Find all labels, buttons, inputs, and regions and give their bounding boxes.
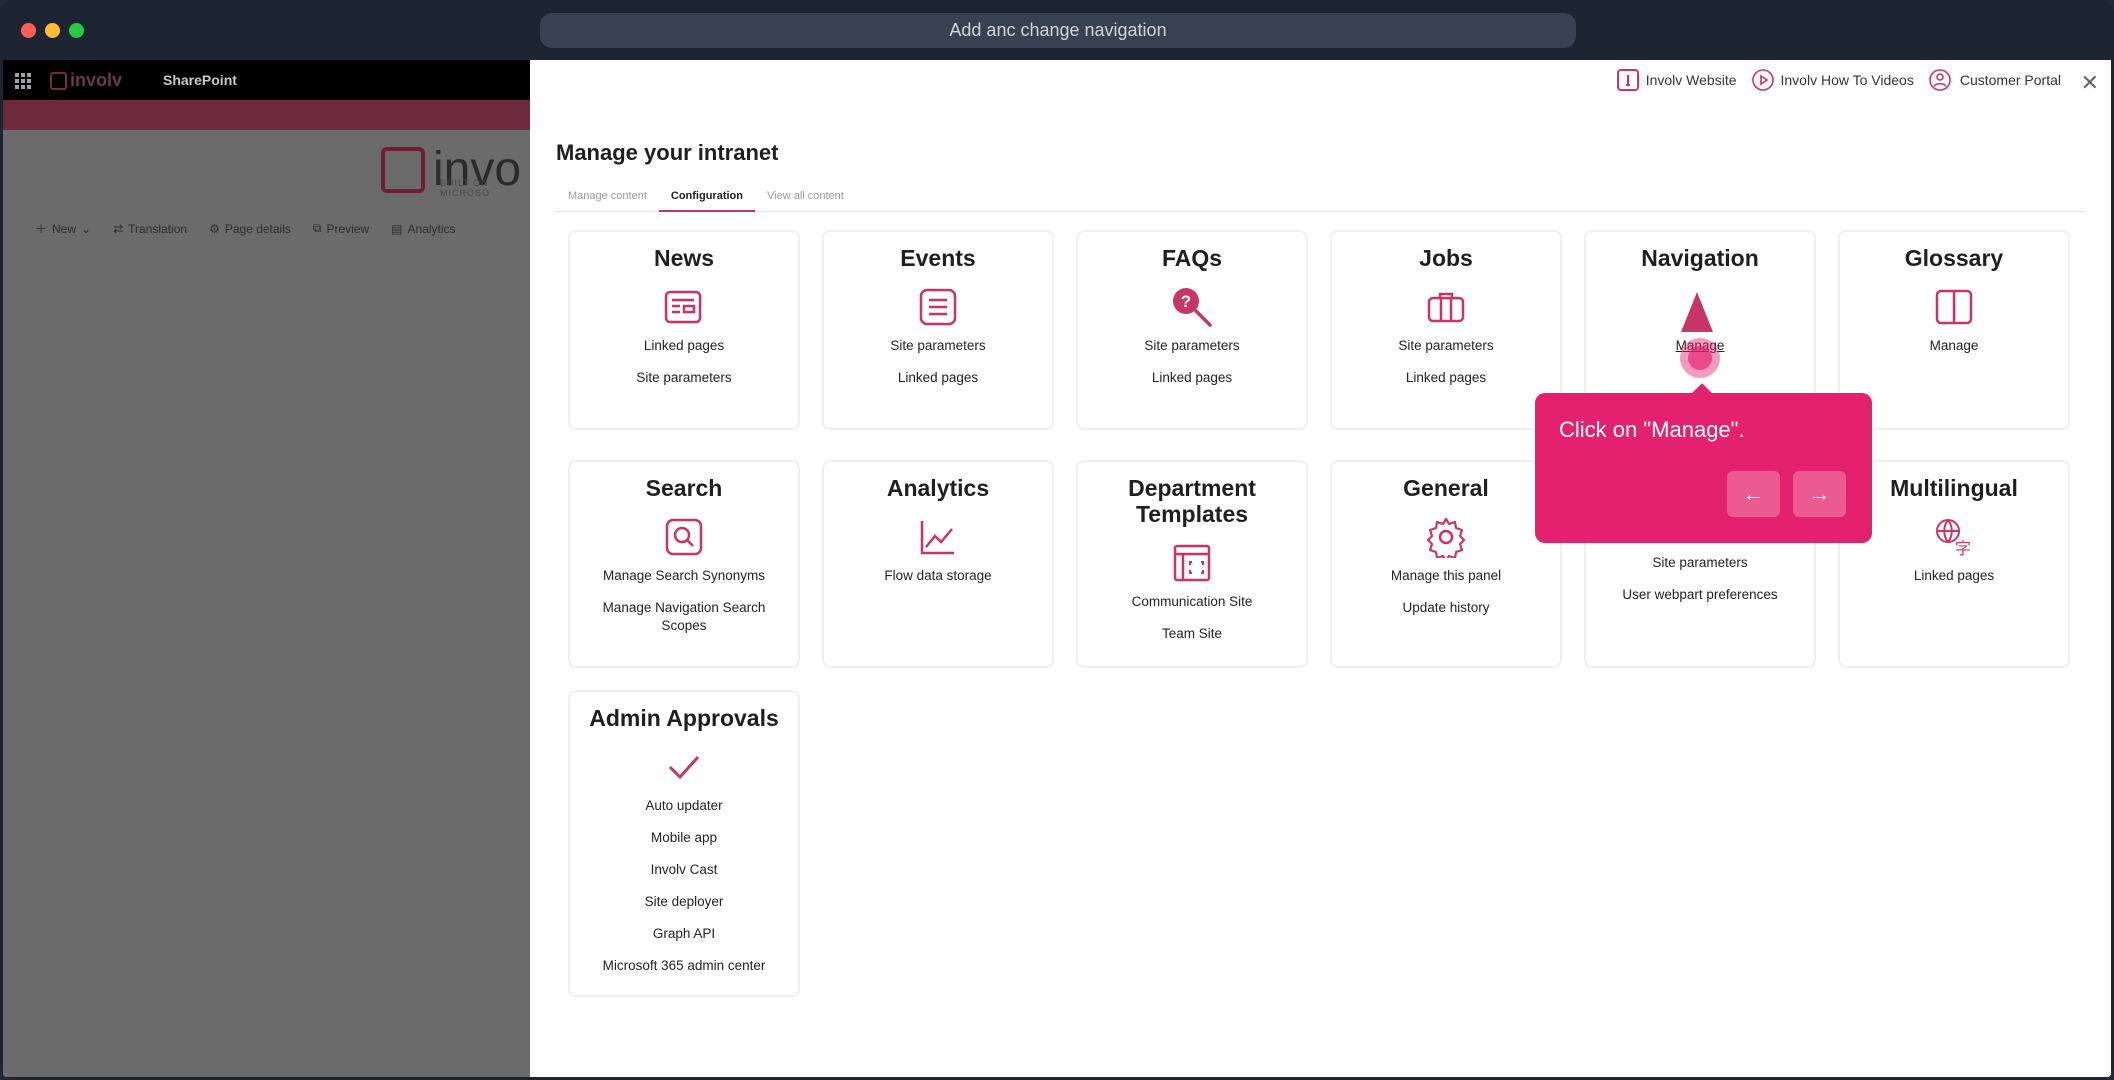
multilingual-linked-pages-link[interactable]: Linked pages: [1852, 567, 2056, 585]
manage-navigation-search-scopes-link[interactable]: Manage Navigation Search Scopes: [582, 599, 786, 635]
tab-configuration[interactable]: Configuration: [658, 184, 755, 212]
list-icon: [916, 285, 960, 329]
card-analytics: Analytics Flow data storage: [822, 460, 1054, 668]
card-news: News Linked pages Site parameters: [568, 230, 800, 430]
involv-logo: involv: [50, 70, 122, 91]
tab-bar: Manage content Configuration View all co…: [556, 184, 2084, 212]
manage-search-synonyms-link[interactable]: Manage Search Synonyms: [582, 567, 786, 585]
page-details-command[interactable]: ⚙ Page details: [209, 220, 291, 237]
sharepoint-background: involv SharePoint invo BUILT ON MICROSO …: [3, 60, 530, 1077]
faqs-linked-pages-link[interactable]: Linked pages: [1090, 369, 1294, 387]
line-chart-icon: [916, 515, 960, 559]
tooltip-prev-button[interactable]: ←: [1727, 471, 1780, 517]
jobs-site-parameters-link[interactable]: Site parameters: [1344, 337, 1548, 355]
news-linked-pages-link[interactable]: Linked pages: [582, 337, 786, 355]
events-linked-pages-link[interactable]: Linked pages: [836, 369, 1040, 387]
tab-manage-content[interactable]: Manage content: [556, 184, 659, 212]
close-panel-icon[interactable]: ✕: [2081, 70, 2099, 96]
card-multilingual: Multilingual 字 Linked pages: [1838, 460, 2070, 668]
browser-window: Add anc change navigation involv SharePo…: [0, 0, 2114, 1080]
translation-command[interactable]: ⇄ Translation: [113, 220, 187, 237]
card-faqs: FAQs ? Site parameters Linked pages: [1076, 230, 1308, 430]
update-history-link[interactable]: Update history: [1344, 599, 1548, 617]
card-search: Search Manage Search Synonyms Manage Nav…: [568, 460, 800, 668]
site-header-strip: [3, 100, 530, 130]
maximize-window-button[interactable]: [69, 23, 84, 38]
home-site-parameters-link[interactable]: Site parameters: [1598, 554, 1802, 572]
site-deployer-link[interactable]: Site deployer: [582, 893, 786, 911]
svg-text:?: ?: [1181, 292, 1191, 311]
guide-tooltip: Click on "Manage". ← →: [1535, 383, 1872, 543]
card-department-templates: Department Templates Communication Site …: [1076, 460, 1308, 668]
close-window-button[interactable]: [21, 23, 36, 38]
site-logo-subtitle: BUILT ON MICROSO: [440, 178, 491, 198]
glossary-manage-link[interactable]: Manage: [1852, 337, 2056, 355]
tooltip-next-button[interactable]: →: [1793, 471, 1846, 517]
template-icon: [1170, 541, 1214, 585]
title-bar: Add anc change navigation: [0, 0, 2114, 60]
briefcase-icon: [1424, 285, 1468, 329]
tab-view-all-content[interactable]: View all content: [755, 184, 856, 212]
sharepoint-suite-bar: involv SharePoint: [3, 60, 530, 100]
faqs-site-parameters-link[interactable]: Site parameters: [1090, 337, 1294, 355]
click-indicator-core: [1688, 346, 1712, 370]
book-icon: [1932, 285, 1976, 329]
user-webpart-preferences-link[interactable]: User webpart preferences: [1598, 586, 1802, 604]
search-icon: [662, 515, 706, 559]
preview-command[interactable]: ⧉ Preview: [313, 220, 369, 237]
analytics-command[interactable]: ▤ Analytics: [391, 220, 455, 237]
manage-this-panel-link[interactable]: Manage this panel: [1344, 567, 1548, 585]
auto-updater-link[interactable]: Auto updater: [582, 797, 786, 815]
minimize-window-button[interactable]: [45, 23, 60, 38]
sharepoint-brand[interactable]: SharePoint: [163, 72, 237, 88]
customer-portal-link[interactable]: Customer Portal: [1928, 68, 2061, 92]
flow-data-storage-link[interactable]: Flow data storage: [836, 567, 1040, 585]
tooltip-text: Click on "Manage".: [1559, 417, 1745, 442]
news-site-parameters-link[interactable]: Site parameters: [582, 369, 786, 387]
manage-intranet-panel: Involv Website Involv How To Videos Cust…: [530, 60, 2111, 1077]
involv-cast-link[interactable]: Involv Cast: [582, 861, 786, 879]
checkmark-icon: [662, 745, 706, 789]
question-search-icon: ?: [1170, 285, 1214, 329]
card-events: Events Site parameters Linked pages: [822, 230, 1054, 430]
card-jobs: Jobs Site parameters Linked pages: [1330, 230, 1562, 430]
translate-icon: 字: [1932, 515, 1976, 559]
communication-site-link[interactable]: Communication Site: [1090, 593, 1294, 611]
play-icon: [1751, 69, 1774, 91]
top-links: Involv Website Involv How To Videos Cust…: [1616, 68, 2061, 92]
new-command[interactable]: ＋ New ⌄: [35, 220, 91, 237]
card-glossary: Glossary Manage: [1838, 230, 2070, 430]
page-title: Manage your intranet: [556, 140, 779, 165]
svg-text:字: 字: [1955, 539, 1971, 558]
team-site-link[interactable]: Team Site: [1090, 625, 1294, 643]
gear-icon: [1424, 515, 1468, 559]
url-bar[interactable]: Add anc change navigation: [540, 13, 1576, 48]
graph-api-link[interactable]: Graph API: [582, 925, 786, 943]
how-to-videos-link[interactable]: Involv How To Videos: [1751, 68, 1914, 92]
events-site-parameters-link[interactable]: Site parameters: [836, 337, 1040, 355]
navigation-arrow-icon: [1681, 292, 1713, 332]
user-portal-icon: [1929, 69, 1951, 91]
involv-website-link[interactable]: Involv Website: [1616, 68, 1737, 92]
newspaper-icon: [662, 285, 706, 329]
involv-logo-icon: [1616, 69, 1639, 91]
card-general: General Manage this panel Update history: [1330, 460, 1562, 668]
arrow-right-icon: →: [1808, 481, 1831, 506]
mobile-app-link[interactable]: Mobile app: [582, 829, 786, 847]
command-bar: ＋ New ⌄ ⇄ Translation ⚙ Page details ⧉ P…: [35, 220, 456, 237]
m365-admin-center-link[interactable]: Microsoft 365 admin center: [582, 957, 786, 975]
jobs-linked-pages-link[interactable]: Linked pages: [1344, 369, 1548, 387]
card-admin-approvals: Admin Approvals Auto updater Mobile app …: [568, 690, 800, 997]
app-launcher-icon[interactable]: [15, 73, 31, 89]
arrow-left-icon: ←: [1742, 481, 1765, 506]
